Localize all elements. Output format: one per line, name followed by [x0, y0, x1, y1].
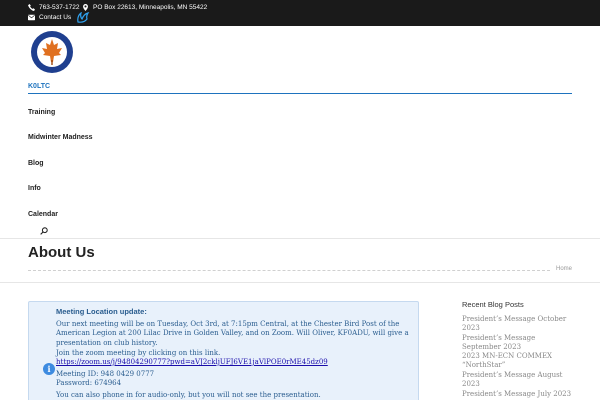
blog-post-link[interactable]: September 2023 — [462, 343, 572, 351]
envelope-icon — [28, 14, 35, 21]
nav-item-midwinter-madness[interactable]: Midwinter Madness — [28, 134, 93, 141]
meeting-passcode: Password: 674964 — [56, 379, 122, 387]
blog-post-link[interactable]: 2023 — [462, 324, 572, 332]
notice-line: American Legion at 200 Lilac Drive in Go… — [56, 329, 409, 338]
title-dashed-rule — [28, 270, 550, 271]
notice-title: Meeting Location update: — [56, 307, 147, 316]
blog-post-link[interactable]: President’s Message August — [462, 371, 572, 379]
meeting-id: Meeting ID: 948 0429 0777 — [56, 370, 155, 378]
nav-item-calendar[interactable]: Calendar — [28, 211, 58, 218]
zoom-meeting-link[interactable]: https://zoom.us/j/94804290777?pwd=aVJ2ck… — [56, 358, 416, 367]
nav-item-info[interactable]: Info — [28, 185, 41, 192]
notice-paragraph: Our next meeting will be on Tuesday, Oct… — [56, 320, 416, 348]
phone-in-note: You can also phone in for audio-only, bu… — [56, 391, 321, 399]
phone-icon — [28, 4, 35, 11]
nav-item-training[interactable]: Training — [28, 109, 55, 116]
nav-item-blog[interactable]: Blog — [28, 160, 44, 167]
mailing-address: PO Box 22613, Minneapolis, MN 55422 — [93, 4, 208, 11]
blog-post-link[interactable]: President’s Message October — [462, 315, 572, 323]
nav-brand-callsign[interactable]: K0LTC — [28, 83, 50, 90]
blog-post-link[interactable]: President’s Message July 2023 — [462, 390, 572, 398]
info-icon: i — [43, 363, 55, 375]
map-pin-icon — [83, 4, 88, 11]
contact-us-link[interactable]: Contact Us — [28, 14, 71, 21]
title-divider — [0, 282, 600, 283]
phone-contact[interactable]: 763-537-1722 — [28, 4, 79, 11]
page-title: About Us — [28, 244, 95, 261]
zoom-instructions: Join the zoom meeting by clicking on thi… — [56, 349, 221, 357]
phone-number: 763-537-1722 — [39, 4, 80, 11]
breadcrumb-home[interactable]: Home — [556, 266, 572, 272]
notice-line: Our next meeting will be on Tuesday, Oct… — [56, 320, 400, 328]
notice-line: presentation on club history. — [56, 338, 158, 347]
nav-underline — [28, 93, 572, 94]
blog-post-link[interactable]: 2023 — [462, 380, 572, 388]
blog-post-link[interactable]: 2023 MN-ECN COMMEX — [462, 352, 572, 360]
contact-us-label: Contact Us — [39, 14, 72, 21]
recent-posts-heading: Recent Blog Posts — [462, 300, 524, 309]
social-bird-icon[interactable] — [76, 12, 90, 24]
address-contact: PO Box 22613, Minneapolis, MN 55422 — [82, 4, 207, 11]
blog-post-link[interactable]: President’s Message — [462, 334, 572, 342]
club-logo[interactable] — [30, 30, 74, 74]
header-divider — [0, 238, 600, 239]
blog-post-link[interactable]: “NorthStar” — [462, 361, 572, 369]
search-icon[interactable] — [40, 227, 48, 235]
top-contact-bar: 763-537-1722 PO Box 22613, Minneapolis, … — [0, 0, 600, 26]
